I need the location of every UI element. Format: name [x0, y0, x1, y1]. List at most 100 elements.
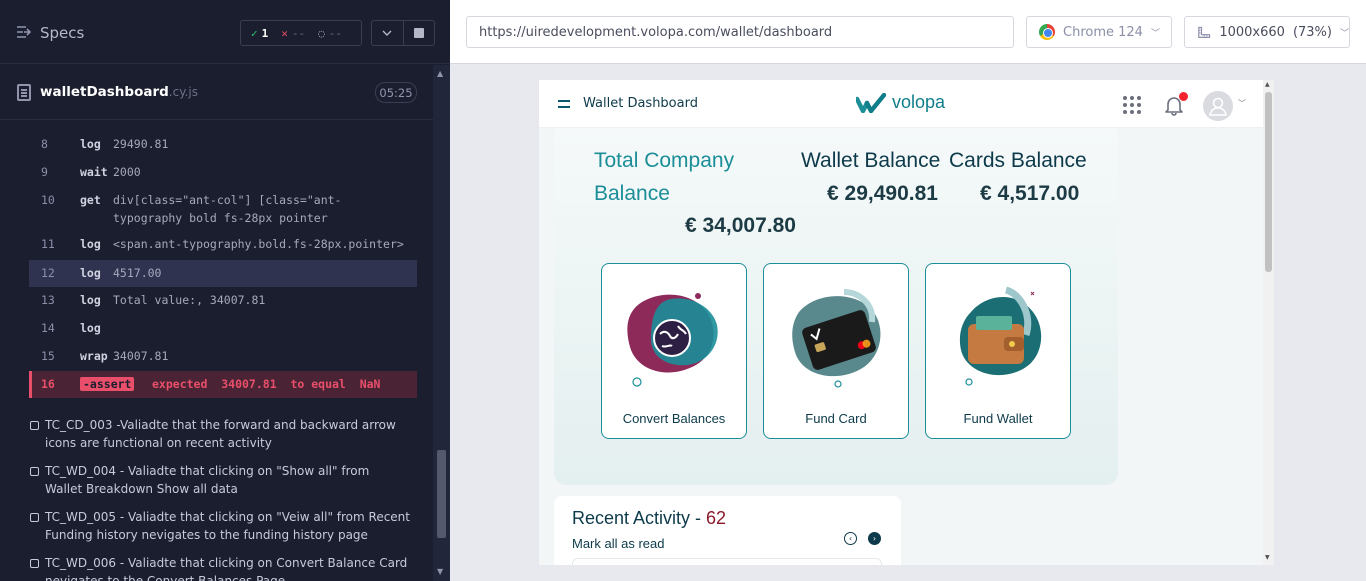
command-number: 9 [41, 165, 48, 179]
user-icon [1209, 97, 1227, 116]
test-status-icon [30, 513, 39, 522]
fund-card-card[interactable]: Fund Card [763, 263, 909, 439]
wallet-balance-title: Wallet Balance [801, 149, 941, 172]
command-row[interactable]: 14 log [29, 319, 417, 337]
spec-file-ext: .cy.js [168, 85, 198, 99]
command-message: 29490.81 [113, 137, 169, 151]
command-message: 2000 [113, 165, 141, 179]
command-row[interactable]: 15 wrap 34007.81 [29, 347, 417, 365]
recent-activity-label: Recent Activity - [572, 508, 707, 528]
pending-count: -- [328, 26, 342, 40]
apps-grid-icon[interactable] [1123, 96, 1141, 114]
scroll-down-icon[interactable]: ▼ [1265, 554, 1270, 561]
ruler-icon [1198, 26, 1211, 38]
specs-menu-icon[interactable] [16, 24, 34, 40]
fund-wallet-label: Fund Wallet [963, 411, 1033, 426]
chevron-down-icon: ﹀ [1150, 28, 1160, 39]
passed-check-icon: ✓ [251, 26, 258, 40]
runner-topbar: Specs ✓ 1 ✕ -- ◌ -- [0, 0, 450, 64]
total-balance-value[interactable]: € 34,007.80 [685, 214, 796, 238]
command-row[interactable]: 10 get div[class="ant-col"] [class="ant-… [29, 191, 417, 227]
command-row[interactable]: 9 wait 2000 [29, 163, 417, 181]
next-arrow-icon[interactable]: › [868, 532, 881, 545]
stop-button[interactable] [404, 21, 435, 45]
volopa-logo-icon [856, 92, 886, 113]
app-scrollbar[interactable]: ▲ ▼ [1263, 80, 1274, 565]
run-duration: 05:25 [375, 82, 417, 103]
command-message: expected 34007.81 to equal NaN [152, 377, 381, 391]
command-row-error[interactable]: 16 -assert expected 34007.81 to equal Na… [29, 371, 417, 398]
command-row[interactable]: 13 log Total value:, 34007.81 [29, 291, 417, 309]
command-row-highlighted[interactable]: 12 log 4517.00 [29, 260, 417, 287]
logo-text: volopa [892, 92, 946, 112]
command-log: 8 log 29490.81 9 wait 2000 10 get div[cl… [29, 120, 417, 400]
command-number: 10 [41, 193, 55, 207]
fund-wallet-card[interactable]: Fund Wallet [925, 263, 1071, 439]
command-number: 14 [41, 321, 55, 335]
test-title: TC_CD_003 -Valiadte that the forward and… [45, 418, 396, 450]
cards-balance-value[interactable]: € 4,517.00 [980, 182, 1079, 206]
command-message: 4517.00 [113, 266, 162, 280]
failed-count: -- [291, 26, 306, 40]
failed-x-icon: ✕ [281, 26, 288, 40]
mark-all-read-link[interactable]: Mark all as read [572, 536, 664, 551]
command-message: 34007.81 [113, 349, 169, 363]
chrome-icon [1039, 24, 1055, 40]
aut-header: https://uiredevelopment.volopa.com/walle… [450, 0, 1366, 64]
spec-file-header: walletDashboard.cy.js 05:25 [0, 65, 433, 120]
recent-activity-title: Recent Activity - 62 [572, 508, 726, 529]
previous-arrow-icon[interactable]: ‹ [844, 532, 857, 545]
runner-controls [371, 20, 435, 46]
recent-activity-count: 62 [706, 508, 727, 528]
avatar[interactable] [1203, 91, 1233, 121]
command-number: 11 [41, 237, 55, 251]
stop-icon [413, 28, 424, 38]
fund-card-label: Fund Card [805, 411, 867, 426]
total-balance-title-line2: Balance [594, 182, 670, 205]
cards-balance-title: Cards Balance [949, 149, 1087, 172]
scrollbar-thumb[interactable] [437, 450, 446, 538]
spec-file-name[interactable]: walletDashboard.cy.js [40, 84, 198, 100]
command-number: 16 [41, 377, 55, 391]
url-field[interactable]: https://uiredevelopment.volopa.com/walle… [466, 16, 1014, 48]
command-name: log [80, 137, 101, 151]
convert-balances-label: Convert Balances [622, 411, 726, 426]
balance-card: Total Company Balance € 34,007.80 Wallet… [554, 128, 1118, 485]
command-name: wrap [80, 349, 108, 363]
chevron-down-icon[interactable]: ﹀ [1238, 98, 1246, 109]
wallet-balance-value[interactable]: € 29,490.81 [827, 182, 938, 206]
app-under-test-area: https://uiredevelopment.volopa.com/walle… [450, 0, 1366, 581]
command-name: wait [80, 165, 108, 179]
scroll-down-icon[interactable]: ▼ [437, 567, 443, 576]
dashboard-body: Total Company Balance € 34,007.80 Wallet… [539, 128, 1263, 565]
command-log-scrollbar[interactable]: ▲ ▼ [433, 65, 450, 581]
globe-exchange-icon [627, 293, 718, 387]
command-row[interactable]: 8 log 29490.81 [29, 135, 417, 153]
convert-balances-card[interactable]: Convert Balances [601, 263, 747, 439]
command-message: div[class="ant-col"] [class="ant- typogr… [113, 193, 342, 225]
viewport-info[interactable]: 1000x660 (73%) ﹀ [1184, 16, 1350, 48]
activity-item[interactable] [572, 558, 882, 565]
command-name: get [80, 193, 101, 207]
volopa-logo[interactable]: volopa [856, 92, 945, 113]
document-icon [17, 84, 31, 101]
chevron-down-icon[interactable] [372, 21, 404, 45]
command-number: 8 [41, 137, 48, 151]
test-status-icon [30, 467, 39, 476]
command-number: 13 [41, 293, 55, 307]
volopa-app-frame: Wallet Dashboard volopa ﹀ Total Company … [539, 80, 1274, 565]
recent-activity-panel: Recent Activity - 62 Mark all as read ‹ … [554, 496, 901, 565]
app-header: Wallet Dashboard volopa ﹀ [539, 80, 1263, 128]
command-row[interactable]: 11 log <span.ant-typography.bold.fs-28px… [29, 235, 417, 253]
spec-file-basename: walletDashboard [40, 84, 169, 100]
browser-name: Chrome 124 [1063, 24, 1143, 40]
scrollbar-thumb[interactable] [1265, 92, 1272, 272]
scroll-up-icon[interactable]: ▲ [437, 69, 443, 78]
specs-label[interactable]: Specs [40, 24, 84, 42]
hamburger-menu-icon[interactable] [558, 100, 570, 108]
test-stats: ✓ 1 ✕ -- ◌ -- [240, 20, 362, 46]
scroll-up-icon[interactable]: ▲ [1265, 81, 1270, 88]
viewport-size: 1000x660 [1219, 24, 1285, 40]
browser-selector[interactable]: Chrome 124 ﹀ [1026, 16, 1172, 48]
command-number: 15 [41, 349, 55, 363]
